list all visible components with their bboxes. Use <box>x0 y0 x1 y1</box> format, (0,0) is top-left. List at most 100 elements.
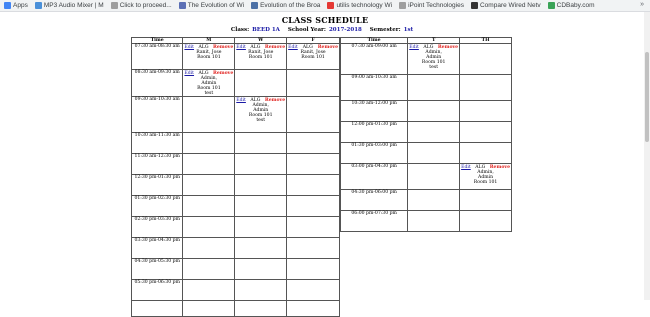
time-slot: 03:30 pm-04:30 pm <box>130 237 184 259</box>
class-detail: Room 101 <box>197 55 221 60</box>
schedule-cell <box>459 100 512 122</box>
table-row: 07:30 am-08:30 am Edit ALG Remove Ranit, Jos… <box>130 43 340 70</box>
class-entry: Edit ALG Remove Ranit, Jose Room 101 <box>235 44 286 60</box>
schedule-cell <box>182 216 236 238</box>
edit-link[interactable]: Edit <box>184 71 194 76</box>
more-bookmarks-icon[interactable]: » <box>640 1 644 8</box>
table-row: 01:30 pm-03:00 pm <box>339 142 512 164</box>
time-slot: 12:00 pm-01:30 pm <box>339 121 409 143</box>
bookmark-ipoint[interactable]: iPoint Technologies <box>399 2 464 9</box>
class-entry: Edit ALG Remove Ranit, Jose Room 101 <box>183 44 234 60</box>
schedule-cell <box>286 96 340 133</box>
schedule-cell <box>182 258 236 280</box>
schedule-cell <box>459 210 512 232</box>
schedule-cell <box>459 74 512 101</box>
schedule-cell <box>407 163 461 190</box>
bookmark-cdbaby[interactable]: CDBaby.com <box>547 2 595 9</box>
schedule-cell <box>407 142 461 164</box>
bookmark-label: utilis technology Wi <box>336 2 393 9</box>
class-entry: Edit ALG Remove Admin, Admin Room 101 test <box>408 44 459 70</box>
schedule-cell <box>459 43 512 75</box>
class-entry: Edit ALG Remove Admin, Admin Room 101 <box>460 164 511 185</box>
schedule-cell <box>182 279 236 301</box>
schedule-cell <box>234 195 288 217</box>
schedule-cell <box>234 237 288 259</box>
edit-link[interactable]: Edit <box>236 45 246 50</box>
school-year-value: 2017-2018 <box>328 27 362 33</box>
table-row: 04:30 pm-05:30 pm <box>130 258 340 280</box>
table-row: 12:00 pm-01:30 pm <box>339 121 512 143</box>
page-icon <box>470 2 478 9</box>
table-row: 09:00 am-10:30 am <box>339 74 512 101</box>
table-row: 04:30 pm-06:00 pm <box>339 189 512 211</box>
page-title: CLASS SCHEDULE <box>281 15 369 25</box>
bookmark-click-to-proceed[interactable]: Click to proceed... <box>110 2 172 9</box>
edit-link[interactable]: Edit <box>409 45 419 50</box>
table-row <box>130 300 340 317</box>
schedule-cell <box>286 216 340 238</box>
schedule-cell <box>286 174 340 196</box>
schedule-cell <box>234 216 288 238</box>
table-row: 10:30 am-12:00 pm <box>339 100 512 122</box>
bookmark-label: Compare Wired Netv <box>479 2 541 9</box>
schedule-cell: Edit ALG Remove Admin, Admin Room 101 test <box>182 69 236 97</box>
time-slot: 10:30 am-12:00 pm <box>339 100 409 122</box>
bookmark-mp3-audio-mixer[interactable]: MP3 Audio Mixer | M <box>34 2 104 9</box>
apps-icon <box>4 2 11 9</box>
schedule-cell: Edit ALG Remove Ranit, Jose Room 101 <box>182 43 236 70</box>
schedule-cell <box>286 153 340 175</box>
bookmark-label: Click to proceed... <box>119 2 172 9</box>
schedule-cell: Edit ALG Remove Ranit, Jose Room 101 <box>286 43 340 70</box>
schedule-cell <box>286 258 340 280</box>
bookmark-evolution-broadband[interactable]: Evolution of the Broa <box>251 2 320 9</box>
edit-link[interactable]: Edit <box>461 165 471 170</box>
time-slot: 09:30 am-10:30 am <box>130 96 184 133</box>
time-slot: 12:30 pm-01:30 pm <box>130 174 184 196</box>
schedule-page: CLASS SCHEDULE Class: BEED 1A School Year… <box>0 12 650 317</box>
semester-label: Semester: <box>369 27 401 33</box>
bookmark-compare-wired[interactable]: Compare Wired Netv <box>470 2 541 9</box>
edit-link[interactable]: Edit <box>288 45 298 50</box>
time-slot: 07:30 am-09:00 am <box>339 43 409 75</box>
schedule-cell <box>407 74 461 101</box>
schedule-cell <box>286 195 340 217</box>
schedule-cell: Edit ALG Remove Admin, Admin Room 101 <box>459 163 512 190</box>
schedule-cell <box>286 279 340 301</box>
bookmark-label: CDBaby.com <box>556 2 595 9</box>
bookmark-utilis-technology[interactable]: utilis technology Wi <box>327 2 392 9</box>
table-row: 08:30 am-09:30 am Edit ALG Remove Admin, Admi… <box>130 69 340 97</box>
bookmarks-bar: Apps MP3 Audio Mixer | M Click to procee… <box>0 0 650 12</box>
table-row: 03:00 pm-04:30 pm Edit ALG Remove Admin, Admi… <box>339 163 512 190</box>
schedule-info: Class: BEED 1A School Year: 2017-2018 Seme… <box>0 27 650 33</box>
time-slot: 04:30 pm-05:30 pm <box>130 258 184 280</box>
table-row: 05:30 pm-06:30 pm <box>130 279 340 301</box>
schedule-cell <box>182 237 236 259</box>
bookmark-apps[interactable]: Apps <box>4 2 28 9</box>
schedule-cell <box>234 174 288 196</box>
page-icon <box>327 2 335 9</box>
schedule-cell: Edit ALG Remove Admin, Admin Room 101 test <box>234 96 288 133</box>
bookmark-evolution-wifi[interactable]: The Evolution of Wi <box>178 2 244 9</box>
schedule-cell <box>234 132 288 154</box>
schedule-cell <box>182 132 236 154</box>
time-slot: 06:00 pm-07:30 pm <box>339 210 409 232</box>
scrollbar-thumb[interactable] <box>645 52 649 142</box>
time-slot: 09:00 am-10:30 am <box>339 74 409 101</box>
school-year-label: School Year: <box>287 27 326 33</box>
schedule-cell <box>459 142 512 164</box>
schedule-cell <box>407 100 461 122</box>
schedule-cell <box>407 121 461 143</box>
edit-link[interactable]: Edit <box>184 45 194 50</box>
table-row: 12:30 pm-01:30 pm <box>130 174 340 196</box>
schedule-cell <box>234 69 288 97</box>
vertical-scrollbar[interactable] <box>644 12 650 300</box>
class-detail: test <box>256 118 266 123</box>
schedule-cell <box>286 69 340 97</box>
class-detail: test <box>429 65 439 70</box>
class-value: BEED 1A <box>252 27 280 33</box>
class-detail: Room 101 <box>473 180 498 185</box>
schedule-cell <box>286 300 340 317</box>
bookmark-label: Evolution of the Broa <box>260 2 321 9</box>
schedule-cell <box>182 153 236 175</box>
edit-link[interactable]: Edit <box>236 98 246 103</box>
